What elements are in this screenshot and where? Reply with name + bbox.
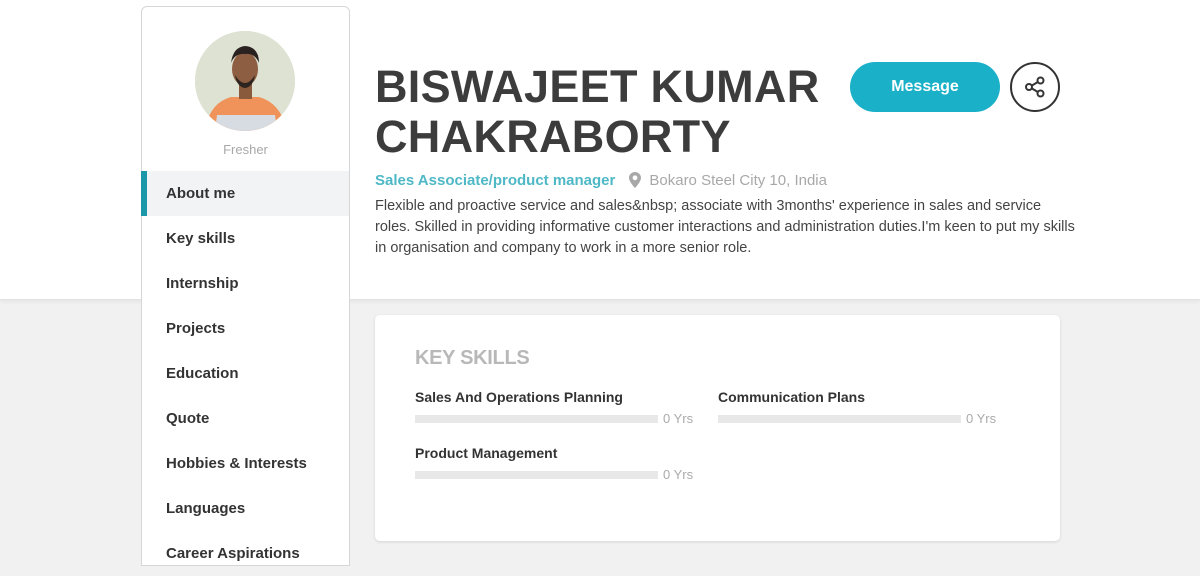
sidebar-item-about-me[interactable]: About me — [141, 171, 349, 216]
message-button[interactable]: Message — [850, 62, 1000, 112]
sidebar-item-quote[interactable]: Quote — [142, 396, 349, 441]
location-text: Bokaro Steel City 10, India — [649, 171, 827, 189]
key-skills-card: KEY SKILLS Sales And Operations Planning… — [375, 315, 1060, 541]
sidebar-item-languages[interactable]: Languages — [142, 486, 349, 531]
sidebar-item-career-aspirations[interactable]: Career Aspirations — [142, 531, 349, 576]
sidebar-nav: About me Key skills Internship Projects … — [141, 171, 349, 576]
skill-name: Communication Plans — [718, 389, 866, 405]
profile-name: BISWAJEET KUMAR CHAKRABORTY — [375, 61, 820, 162]
skill-years: 0 Yrs — [663, 467, 694, 482]
location: Bokaro Steel City 10, India — [629, 172, 827, 189]
skill-item: Sales And Operations Planning 0 Yrs — [415, 389, 695, 426]
share-button[interactable] — [1010, 62, 1060, 112]
skill-name: Sales And Operations Planning — [415, 389, 623, 405]
key-skills-title: KEY SKILLS — [415, 347, 530, 369]
profile-subline: Sales Associate/product manager Bokaro S… — [375, 170, 827, 190]
skill-progress-bar — [415, 414, 658, 423]
skill-progress-bar — [415, 470, 658, 479]
skill-years: 0 Yrs — [966, 411, 997, 426]
skill-years: 0 Yrs — [663, 411, 694, 426]
skill-item: Product Management 0 Yrs — [415, 445, 695, 482]
skill-name: Product Management — [415, 445, 558, 461]
sidebar-item-hobbies[interactable]: Hobbies & Interests — [142, 441, 349, 486]
skill-progress-bar — [718, 414, 961, 423]
sidebar-item-education[interactable]: Education — [142, 351, 349, 396]
sidebar-item-key-skills[interactable]: Key skills — [142, 216, 349, 261]
profile-photo-icon — [195, 31, 295, 131]
experience-level: Fresher — [223, 142, 268, 157]
map-pin-icon — [629, 172, 642, 188]
profile-sidebar: Fresher About me Key skills Internship P… — [141, 6, 350, 566]
sidebar-item-projects[interactable]: Projects — [142, 306, 349, 351]
share-icon — [1025, 76, 1045, 98]
avatar — [195, 31, 295, 131]
skill-item: Communication Plans 0 Yrs — [718, 389, 998, 426]
sidebar-item-internship[interactable]: Internship — [142, 261, 349, 306]
job-title: Sales Associate/product manager — [375, 171, 616, 189]
about-summary: Flexible and proactive service and sales… — [375, 198, 1075, 256]
